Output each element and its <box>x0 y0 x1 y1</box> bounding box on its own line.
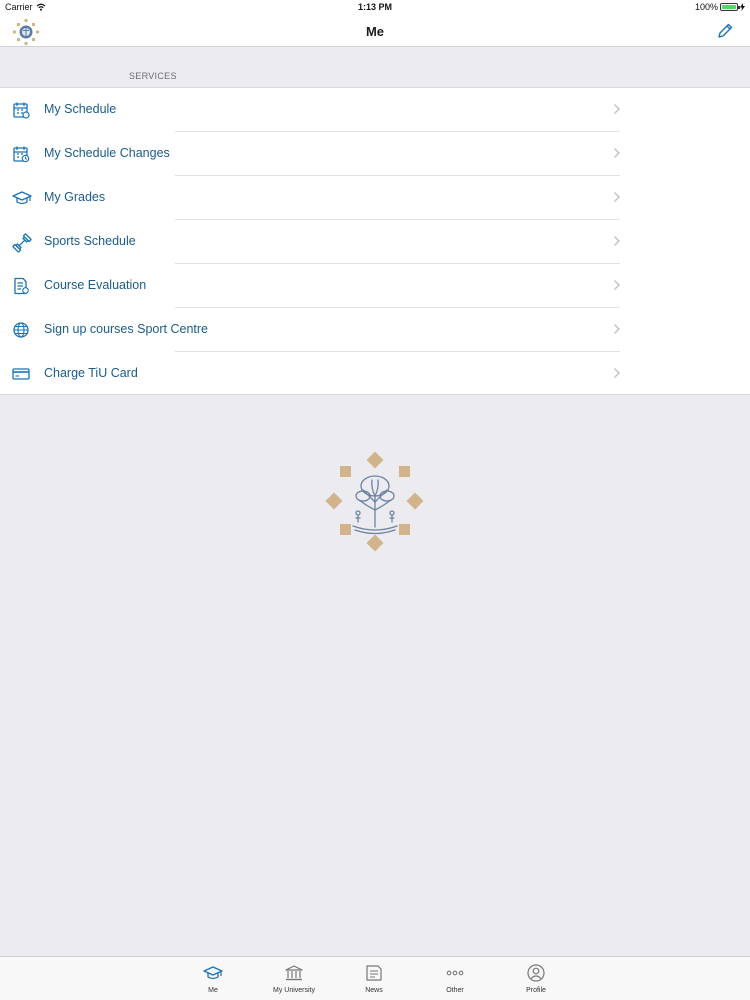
graduation-cap-icon <box>203 964 223 982</box>
tab-news[interactable]: News <box>339 957 409 1000</box>
chevron-right-icon <box>613 323 621 335</box>
tab-label: Me <box>208 987 218 994</box>
tab-other[interactable]: Other <box>420 957 490 1000</box>
pencil-icon[interactable] <box>716 22 734 45</box>
dumbbell-icon <box>12 233 32 253</box>
chevron-right-icon <box>613 147 621 159</box>
chevron-right-icon <box>613 279 621 291</box>
university-logo-icon <box>325 451 425 557</box>
evaluation-form-icon <box>12 277 30 295</box>
charging-icon <box>740 3 745 11</box>
service-row-sports-schedule[interactable]: Sports Schedule <box>0 220 750 264</box>
tab-label: Other <box>446 987 464 994</box>
battery-icon <box>720 3 740 11</box>
chevron-right-icon <box>613 103 621 115</box>
tab-bar: Me My University News Other Profile <box>0 956 750 1000</box>
service-label: Course Evaluation <box>44 278 147 292</box>
service-row-sign-up-courses[interactable]: Sign up courses Sport Centre <box>0 308 750 352</box>
service-label: Sports Schedule <box>44 234 136 248</box>
service-label: My Schedule <box>44 102 117 116</box>
tab-label: News <box>365 987 383 994</box>
news-icon <box>364 964 384 982</box>
profile-icon <box>526 964 546 982</box>
chevron-right-icon <box>613 235 621 247</box>
battery-percent: 100% <box>694 2 718 12</box>
graduation-cap-icon <box>12 189 32 207</box>
section-header-services: SERVICES <box>129 71 177 81</box>
calendar-icon <box>12 101 30 119</box>
status-right: 100% <box>695 2 745 12</box>
tab-label: My University <box>272 987 315 994</box>
service-label: Sign up courses Sport Centre <box>44 322 208 336</box>
navigation-bar: Me <box>0 16 750 47</box>
service-row-my-schedule-changes[interactable]: My Schedule Changes <box>0 132 750 176</box>
service-label: My Grades <box>44 190 106 204</box>
tab-profile[interactable]: Profile <box>501 957 571 1000</box>
globe-icon <box>12 321 30 339</box>
services-list: My Schedule My Schedule Changes My Grade… <box>0 87 750 395</box>
clock: 1:13 PM <box>357 2 392 12</box>
service-row-charge-tiu-card[interactable]: Charge TiU Card <box>0 352 750 396</box>
service-label: My Schedule Changes <box>44 146 170 160</box>
service-label: Charge TiU Card <box>44 366 138 380</box>
tab-my-university[interactable]: My University <box>259 957 329 1000</box>
tab-label: Profile <box>526 987 546 994</box>
service-row-my-grades[interactable]: My Grades <box>0 176 750 220</box>
chevron-right-icon <box>613 191 621 203</box>
chevron-right-icon <box>613 367 621 379</box>
card-icon <box>12 365 30 383</box>
page-title: Me <box>365 24 385 39</box>
service-row-course-evaluation[interactable]: Course Evaluation <box>0 264 750 308</box>
university-icon <box>284 964 304 982</box>
more-icon <box>445 964 465 982</box>
tab-me[interactable]: Me <box>178 957 248 1000</box>
status-bar: Carrier 1:13 PM 100% <box>0 0 750 16</box>
calendar-changes-icon <box>12 145 30 163</box>
service-row-my-schedule[interactable]: My Schedule <box>0 88 750 132</box>
